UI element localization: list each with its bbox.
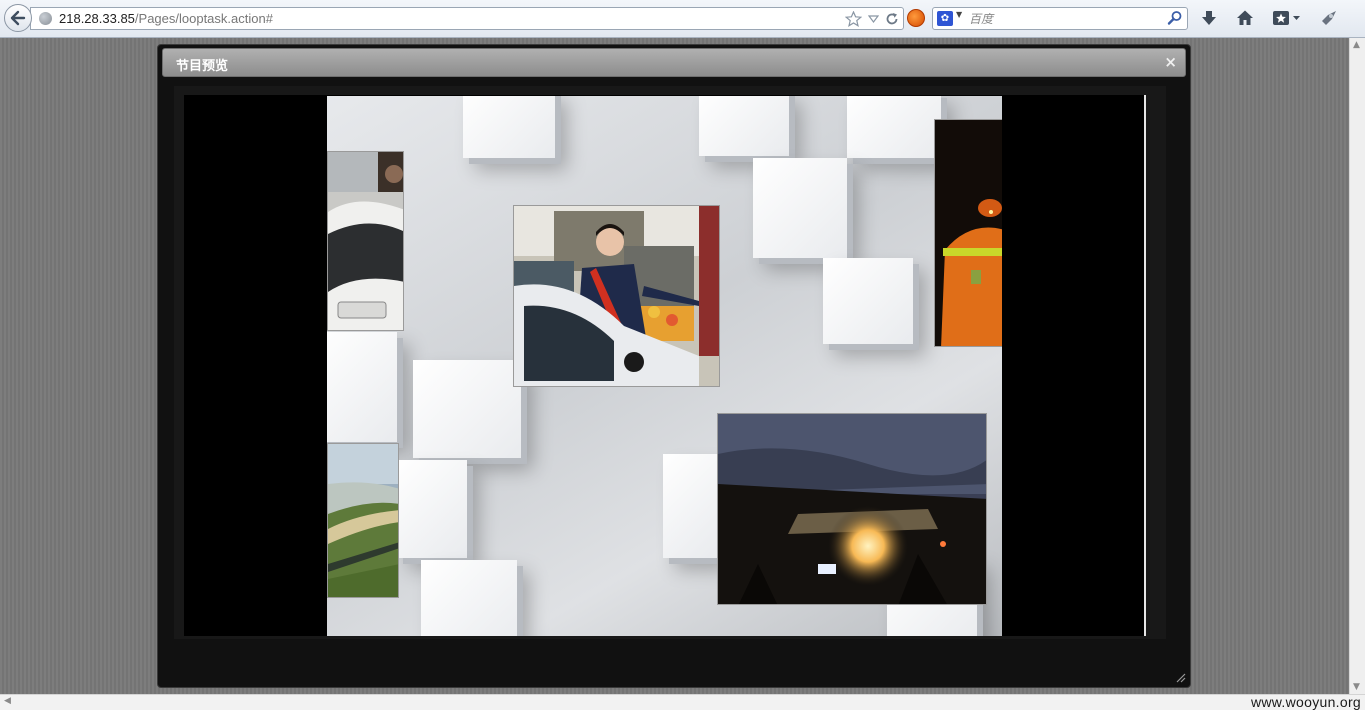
bookmarks-menu-icon[interactable] [1272, 9, 1302, 31]
vertical-scrollbar[interactable]: ▲ ▼ [1349, 38, 1365, 694]
preview-modal: 节目预览 × [157, 44, 1191, 688]
back-arrow-icon [10, 10, 26, 26]
search-magnifier-icon[interactable] [1167, 10, 1183, 30]
url-bar[interactable]: 218.28.33.85/Pages/looptask.action# [30, 7, 904, 30]
extension-icon[interactable] [1320, 9, 1338, 31]
scroll-down-icon[interactable]: ▼ [1353, 682, 1360, 692]
reload-icon[interactable] [885, 12, 899, 26]
decor-cube [699, 96, 789, 156]
browser-toolbar: 218.28.33.85/Pages/looptask.action# ✿ ▼ [0, 0, 1365, 38]
search-engine-dropdown-icon[interactable]: ▼ [956, 10, 962, 19]
bookmark-star-icon[interactable] [845, 10, 862, 27]
back-button[interactable] [4, 4, 32, 32]
url-host: 218.28.33.85 [59, 11, 135, 26]
decor-cube [663, 454, 717, 558]
decor-cube [753, 158, 847, 258]
decor-cube [847, 96, 941, 158]
decor-cube [397, 460, 467, 558]
resize-grip-icon[interactable] [1174, 671, 1186, 683]
watermark: www.wooyun.org [1250, 694, 1361, 710]
decor-cube [421, 560, 517, 636]
globe-icon [39, 12, 52, 25]
decor-cube [463, 96, 555, 158]
history-dropdown-icon[interactable] [868, 14, 879, 24]
url-text[interactable]: 218.28.33.85/Pages/looptask.action# [59, 11, 273, 26]
photo-aerial-river [327, 443, 399, 598]
close-icon[interactable]: × [1164, 53, 1177, 71]
decor-cube [413, 360, 521, 458]
url-path: /Pages/looptask.action# [134, 11, 273, 26]
photo-car-left [327, 151, 404, 331]
scroll-up-icon[interactable]: ▲ [1353, 40, 1360, 50]
scroll-left-icon[interactable]: ◀ [4, 696, 11, 706]
photo-attendant [513, 205, 720, 387]
modal-header[interactable]: 节目预览 × [162, 48, 1186, 77]
download-icon[interactable] [1200, 9, 1218, 31]
baidu-paw-icon[interactable]: ✿ [937, 11, 953, 26]
program-preview-slide [327, 96, 1002, 636]
photo-night-tunnel [717, 413, 987, 605]
player-edge-line [1144, 95, 1146, 636]
search-bar: ✿ ▼ [932, 7, 1188, 30]
addon-ball-icon[interactable] [907, 9, 925, 27]
search-input[interactable] [969, 10, 1159, 27]
modal-title: 节目预览 [176, 59, 229, 74]
decor-cube [823, 258, 913, 344]
home-icon[interactable] [1236, 9, 1254, 31]
photo-worker-orange [934, 119, 1002, 347]
horizontal-scrollbar[interactable]: ◀ www.wooyun.org [0, 694, 1365, 710]
decor-cube [327, 332, 397, 442]
